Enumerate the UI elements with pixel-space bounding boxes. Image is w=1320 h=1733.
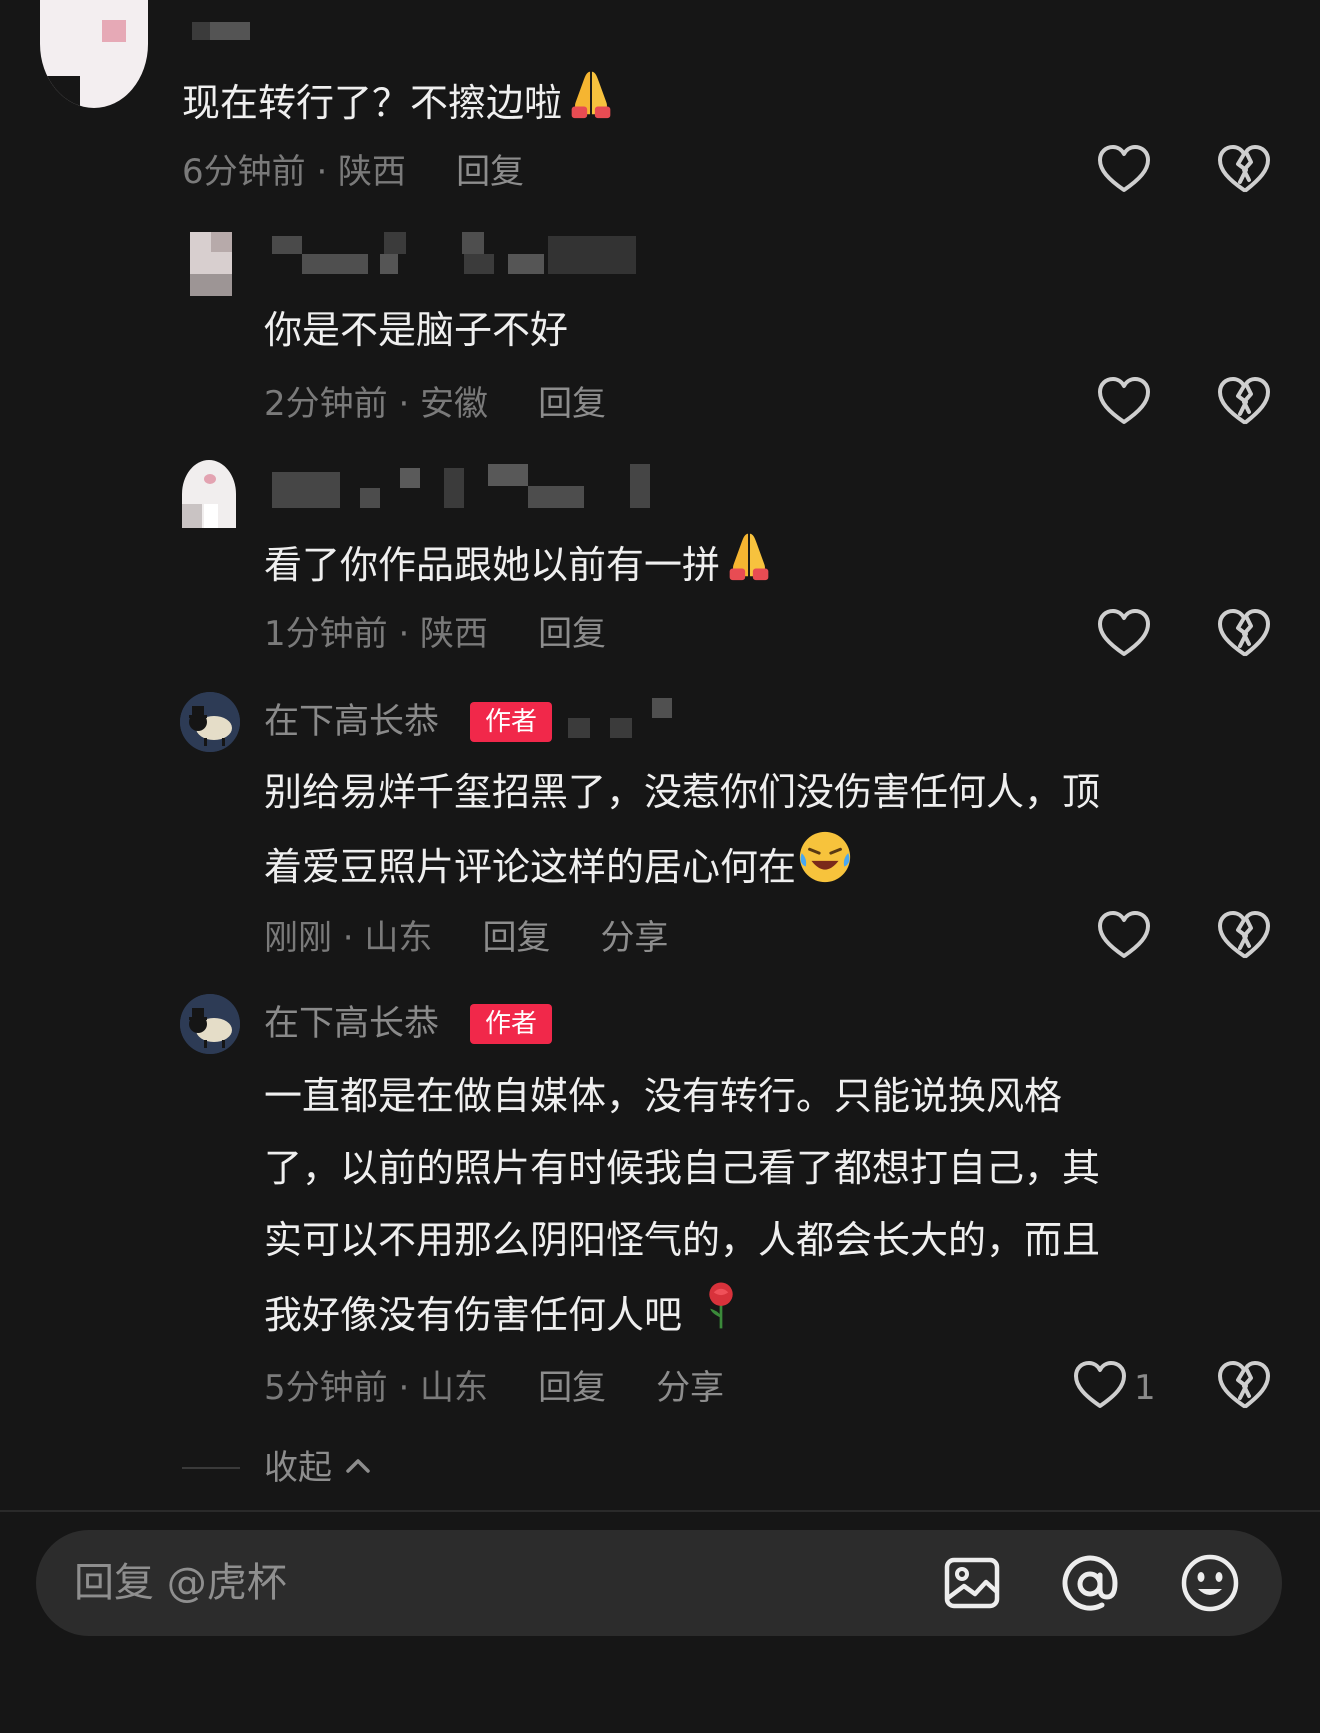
heart-icon[interactable]	[1094, 604, 1154, 664]
rose-emoji	[694, 1276, 748, 1334]
heart-icon[interactable]	[1094, 372, 1154, 432]
author-badge: 作者	[470, 702, 552, 742]
username[interactable]: 在下高长恭	[264, 700, 439, 744]
broken-heart-icon[interactable]	[1214, 1356, 1274, 1416]
comment-text: 现在转行了？不擦边啦	[182, 64, 620, 139]
time-location: 2分钟前 · 安徽	[264, 384, 489, 424]
broken-heart-icon[interactable]	[1214, 140, 1274, 200]
username-blurred[interactable]	[272, 232, 642, 274]
comment-meta: 5分钟前 · 山东 回复 分享	[264, 1366, 724, 1410]
comment-meta: 1分钟前 · 陕西 回复	[264, 612, 606, 656]
reply-button[interactable]: 回复	[456, 150, 524, 194]
broken-heart-icon[interactable]	[1214, 372, 1274, 432]
avatar[interactable]	[180, 692, 240, 752]
reply-button[interactable]: 回复	[538, 612, 606, 656]
smiley-icon[interactable]	[1180, 1553, 1240, 1613]
reply-button[interactable]: 回复	[538, 1366, 606, 1410]
comment-meta: 6分钟前 · 陕西 回复	[182, 150, 524, 194]
collapse-button[interactable]: 收起	[264, 1446, 373, 1490]
comment-meta: 2分钟前 · 安徽 回复	[264, 382, 606, 426]
comment-text: 一直都是在做自媒体，没有转行。只能说换风格 了，以前的照片有时候我自己看了都想打…	[264, 1074, 1101, 1337]
time-location: 5分钟前 · 山东	[264, 1368, 489, 1408]
time-location: 刚刚 · 山东	[264, 918, 433, 958]
collapse-label: 收起	[264, 1448, 332, 1488]
share-button[interactable]: 分享	[656, 1366, 724, 1410]
footer-divider	[0, 1510, 1320, 1512]
username[interactable]: 在下高长恭	[264, 1002, 439, 1046]
comment-text: 你是不是脑子不好	[264, 308, 569, 352]
avatar[interactable]	[182, 460, 236, 528]
time-location: 6分钟前 · 陕西	[182, 152, 407, 192]
image-icon[interactable]	[942, 1553, 1002, 1613]
heart-icon[interactable]	[1070, 1356, 1130, 1416]
avatar[interactable]	[180, 994, 240, 1054]
username-blurred	[568, 698, 678, 738]
author-badge: 作者	[470, 1004, 552, 1044]
heart-icon[interactable]	[1094, 140, 1154, 200]
pray-emoji	[562, 64, 620, 122]
comment-text: 看了你作品跟她以前有一拼	[264, 526, 778, 601]
collapse-divider	[182, 1467, 240, 1469]
chevron-up-icon	[346, 1459, 370, 1473]
username-blurred[interactable]	[192, 18, 256, 58]
broken-heart-icon[interactable]	[1214, 604, 1274, 664]
pray-emoji	[720, 526, 778, 584]
avatar[interactable]	[190, 232, 232, 296]
like-count: 1	[1134, 1368, 1156, 1408]
broken-heart-icon[interactable]	[1214, 906, 1274, 966]
reply-input[interactable]: 回复 @虎杯	[74, 1530, 287, 1636]
time-location: 1分钟前 · 陕西	[264, 614, 489, 654]
username-blurred[interactable]	[272, 464, 672, 508]
comment-text: 别给易烊千玺招黑了，没惹你们没伤害任何人，顶 着爱豆照片评论这样的居心何在	[264, 770, 1101, 889]
heart-icon[interactable]	[1094, 906, 1154, 966]
avatar[interactable]	[40, 0, 148, 108]
reply-button[interactable]: 回复	[538, 382, 606, 426]
share-button[interactable]: 分享	[600, 916, 668, 960]
comment-meta: 刚刚 · 山东 回复 分享	[264, 916, 668, 960]
reply-button[interactable]: 回复	[482, 916, 550, 960]
at-icon[interactable]	[1060, 1553, 1120, 1613]
reply-bar[interactable]: 回复 @虎杯	[36, 1530, 1282, 1636]
crying-laughing-emoji	[796, 828, 854, 886]
